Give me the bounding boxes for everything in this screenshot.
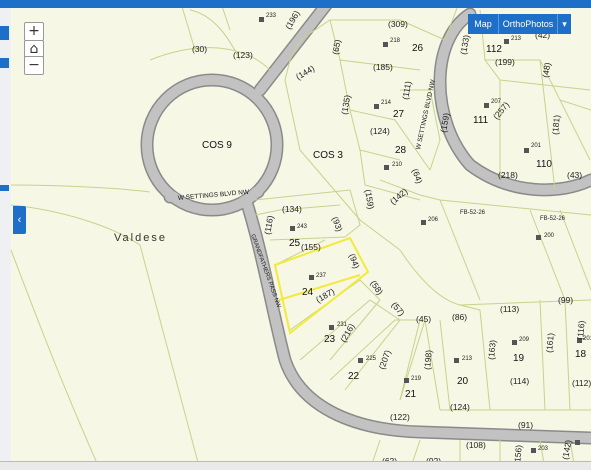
lot-number: 22: [348, 371, 360, 382]
svg-text:(218): (218): [498, 170, 518, 180]
lot-number: 24: [302, 287, 314, 298]
lot-number: 20: [457, 376, 469, 387]
svg-text:213: 213: [511, 36, 522, 42]
lot-number: 110: [536, 159, 552, 170]
svg-text:(124): (124): [370, 126, 390, 136]
svg-text:(309): (309): [388, 19, 408, 29]
svg-text:237: 237: [316, 273, 327, 279]
svg-text:(185): (185): [373, 62, 393, 72]
svg-text:210: 210: [392, 162, 403, 168]
lot-number: 111: [473, 115, 489, 126]
svg-text:(45): (45): [416, 314, 431, 324]
svg-text:(161): (161): [544, 332, 556, 353]
lot-number: 112: [486, 44, 502, 55]
svg-text:(123): (123): [233, 50, 253, 60]
svg-text:(122): (122): [390, 412, 410, 422]
svg-text:(112): (112): [572, 378, 591, 388]
lot-number: 19: [513, 353, 525, 364]
area-label-cos9: COS 9: [202, 140, 232, 151]
svg-text:(113): (113): [500, 304, 519, 314]
svg-text:200: 200: [544, 233, 555, 239]
svg-text:(114): (114): [510, 376, 529, 386]
svg-text:(99): (99): [558, 295, 573, 305]
lot-number: 26: [412, 43, 424, 54]
zoom-in-button[interactable]: +: [24, 22, 44, 41]
svg-text:206: 206: [428, 217, 439, 223]
basemap-map-button[interactable]: Map: [468, 14, 499, 34]
svg-text:(108): (108): [466, 440, 486, 450]
svg-text:(181): (181): [550, 114, 562, 135]
svg-text:(163): (163): [486, 339, 498, 360]
svg-text:(155): (155): [301, 242, 321, 252]
lot-number: 25: [289, 238, 301, 249]
svg-text:219: 219: [411, 376, 422, 382]
svg-text:218: 218: [390, 38, 401, 44]
svg-text:(199): (199): [495, 57, 515, 67]
lot-number: 18: [575, 349, 587, 360]
svg-text:(86): (86): [452, 312, 467, 322]
svg-text:243: 243: [297, 224, 308, 230]
basemap-dropdown-chevron-icon[interactable]: ▾: [558, 14, 571, 34]
svg-text:233: 233: [266, 13, 277, 19]
plat-label: FB-52-26: [540, 216, 566, 222]
plat-label: FB-52-26: [460, 210, 486, 216]
lot-number: 21: [405, 389, 417, 400]
svg-text:(43): (43): [567, 170, 582, 180]
svg-text:209: 209: [519, 337, 530, 343]
parcel-map[interactable]: COS 9 COS 3 Valdese W SETTINGS BLVD NW W…: [0, 0, 591, 470]
svg-text:(91): (91): [518, 420, 533, 430]
svg-text:(198): (198): [422, 349, 434, 370]
svg-text:225: 225: [366, 356, 377, 362]
side-panel-toggle-chevron-left-icon[interactable]: ‹: [13, 206, 26, 234]
svg-text:(116): (116): [575, 320, 587, 340]
lot-number: 28: [395, 145, 407, 156]
svg-text:203: 203: [538, 446, 549, 452]
zoom-out-button[interactable]: −: [24, 56, 44, 75]
bottom-status-strip: [0, 461, 591, 470]
basemap-orthophotos-button[interactable]: OrthoPhotos: [499, 14, 558, 34]
area-label-valdese: Valdese: [114, 232, 167, 244]
svg-text:201: 201: [531, 143, 542, 149]
area-label-cos3: COS 3: [313, 150, 343, 161]
svg-text:(124): (124): [450, 402, 470, 412]
svg-text:(30): (30): [192, 44, 207, 54]
top-toolbar-strip: [0, 0, 591, 8]
lot-number: 27: [393, 109, 405, 120]
svg-text:(134): (134): [282, 204, 302, 214]
svg-text:213: 213: [462, 356, 473, 362]
lot-number: 23: [324, 334, 336, 345]
svg-text:214: 214: [381, 100, 392, 106]
